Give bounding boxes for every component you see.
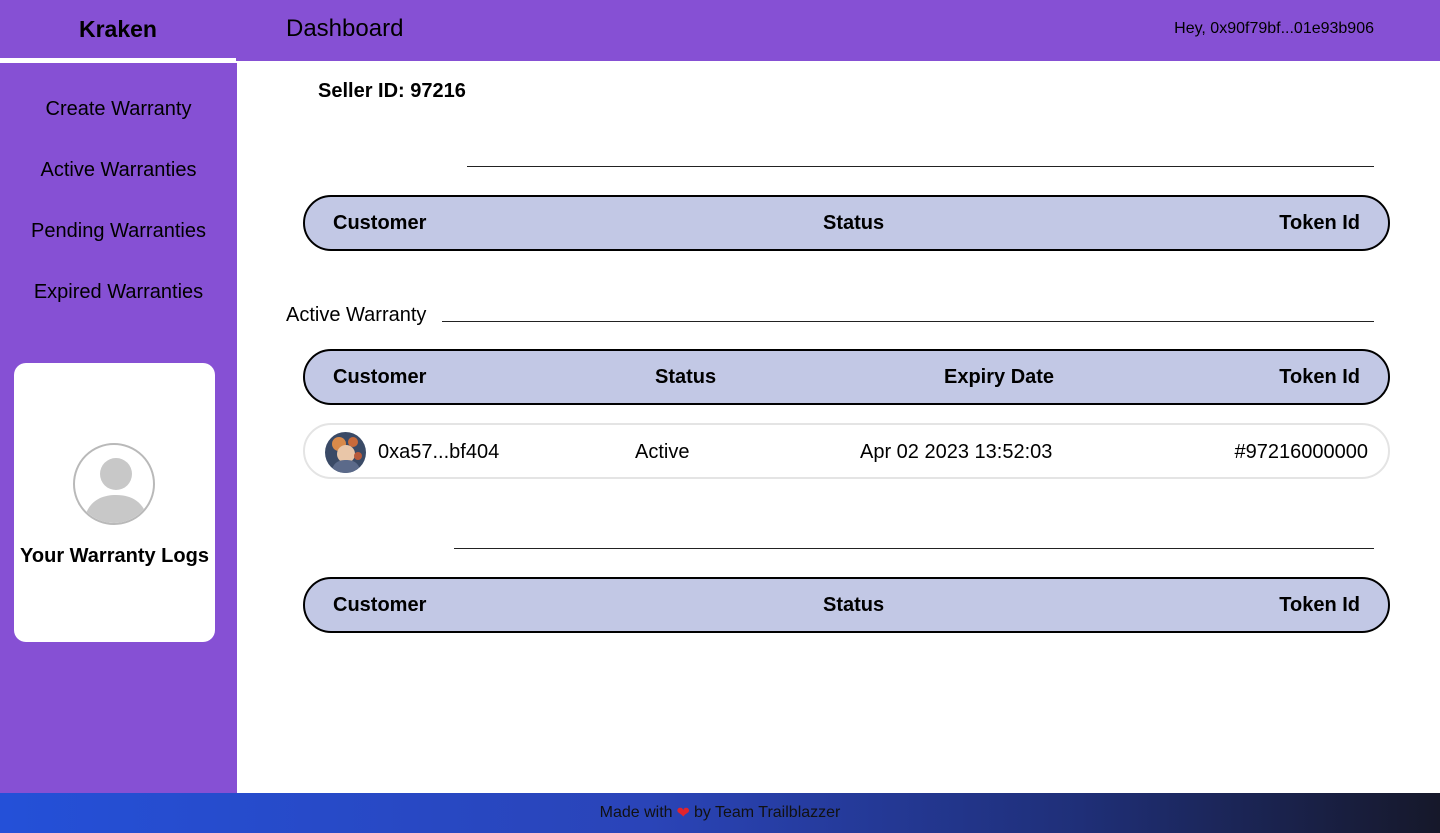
page-title: Dashboard <box>286 15 404 42</box>
column-header-token-id: Token Id <box>1279 594 1360 616</box>
customer-address[interactable]: 0xa57...bf404 <box>378 441 499 464</box>
warranty-logs-card[interactable]: Your Warranty Logs <box>14 363 215 642</box>
warranty-logs-title: Your Warranty Logs <box>20 545 209 567</box>
status-badge: Active <box>635 441 690 463</box>
footer: Made with ❤ by Team Trailblazzer <box>0 793 1440 833</box>
column-header-status: Status <box>823 594 885 616</box>
seller-id: Seller ID: 97216 <box>318 80 466 102</box>
sidebar: Create Warranty Active Warranties Pendin… <box>0 63 237 793</box>
section-title-active-warranty: Active Warranty <box>286 304 427 326</box>
token-id: #97216000000 <box>1234 441 1368 463</box>
sidebar-item-create-warranty[interactable]: Create Warranty <box>0 98 237 121</box>
section-divider <box>454 548 1374 549</box>
footer-text-after: by Team Trailblazzer <box>693 804 841 821</box>
table-row[interactable]: 0xa57...bf404 Active Apr 02 2023 13:52:0… <box>303 423 1390 479</box>
expiry-date: Apr 02 2023 13:52:03 <box>860 441 1053 463</box>
column-header-token-id: Token Id <box>1279 212 1360 234</box>
wallet-greeting: Hey, 0x90f79bf...01e93b906 <box>1174 20 1374 37</box>
section-divider <box>442 321 1374 322</box>
section-divider <box>467 166 1374 167</box>
table-header: Customer Status Token Id <box>303 577 1390 633</box>
column-header-status: Status <box>823 212 885 234</box>
column-header-customer: Customer <box>333 594 427 616</box>
customer-avatar <box>325 432 366 473</box>
footer-text-before: Made with <box>599 804 673 821</box>
column-header-customer: Customer <box>333 212 427 234</box>
top-bar: Kraken Dashboard Hey, 0x90f79bf...01e93b… <box>0 0 1440 61</box>
column-header-status: Status <box>655 366 717 388</box>
brand-logo[interactable]: Kraken <box>0 0 236 61</box>
column-header-expiry-date: Expiry Date <box>944 366 1055 388</box>
table-header: Customer Status Expiry Date Token Id <box>303 349 1390 405</box>
sidebar-item-active-warranties[interactable]: Active Warranties <box>0 159 237 182</box>
heart-icon: ❤ <box>676 805 690 822</box>
column-header-token-id: Token Id <box>1279 366 1360 388</box>
table-header: Customer Status Token Id <box>303 195 1390 251</box>
sidebar-item-expired-warranties[interactable]: Expired Warranties <box>0 281 237 304</box>
user-avatar-icon <box>73 443 155 525</box>
column-header-customer: Customer <box>333 366 427 388</box>
sidebar-item-pending-warranties[interactable]: Pending Warranties <box>0 220 237 243</box>
